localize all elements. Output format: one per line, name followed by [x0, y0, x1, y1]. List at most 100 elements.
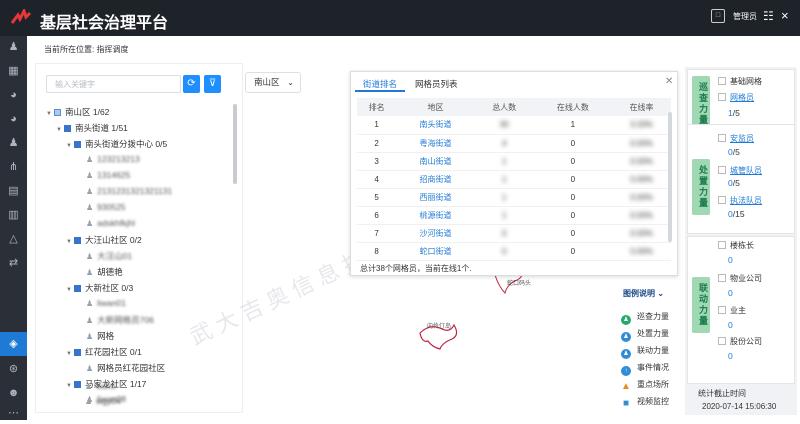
- nav-org-icon[interactable]: ⋔: [0, 156, 27, 178]
- property-company-checkbox[interactable]: 物业公司: [718, 273, 762, 284]
- popup-scrollbar[interactable]: [668, 112, 672, 242]
- right-panel: 巡查力量 基础网格 网格员 1/5 处置力量 安监员 0/5 城管队员 0/5 …: [685, 67, 797, 415]
- owner-count: 0: [728, 320, 733, 330]
- shareholding-company-count: 0: [728, 351, 733, 361]
- safety-inspector-count: 0/5: [728, 147, 740, 157]
- close-icon[interactable]: ×: [781, 8, 789, 23]
- tree-node-member[interactable]: ♟ 大汪山01: [86, 250, 132, 262]
- top-header: 基层社会治理平台 □ 管理员 ☷ ×: [0, 0, 800, 36]
- region-select[interactable]: 南山区 ⌄: [245, 72, 301, 93]
- building-head-count: 0: [728, 255, 733, 265]
- legend-item-video: ■ 视频监控: [622, 397, 669, 409]
- nav-stats-icon[interactable]: ▥: [0, 204, 27, 226]
- person-icon: ♟: [86, 364, 94, 373]
- event-icon: ↑: [621, 366, 631, 376]
- nav-account-icon[interactable]: ☻: [0, 382, 27, 404]
- warning-triangle-icon: ▲: [621, 381, 631, 392]
- checkbox-icon[interactable]: [718, 337, 726, 345]
- org-icon: [74, 349, 81, 356]
- tree-node-member[interactable]: ♟ liwan01: [86, 298, 126, 308]
- building-head-checkbox[interactable]: 楼栋长: [718, 240, 754, 251]
- tree-node-center[interactable]: ▼ 南头街道分拨中心 0/5: [66, 138, 167, 150]
- legend-title[interactable]: 图例说明 ⌄: [623, 288, 664, 299]
- urban-officer-checkbox[interactable]: 城管队员: [718, 165, 762, 176]
- nav-users-icon[interactable]: ◕: [0, 84, 27, 106]
- person-icon: ♟: [86, 332, 94, 341]
- tree-node-community[interactable]: ▼ 红花园社区 0/1: [66, 346, 142, 358]
- checkbox-icon[interactable]: [718, 306, 726, 314]
- close-icon[interactable]: ✕: [665, 76, 673, 87]
- org-icon: [74, 141, 81, 148]
- tree-node-community[interactable]: ▼ 大汪山社区 0/2: [66, 234, 142, 246]
- tree-node-member[interactable]: ♟ 930525: [86, 202, 126, 212]
- tab-gridman-list[interactable]: 网格员列表: [407, 76, 466, 92]
- tree-node-member[interactable]: ♟ wanli: [85, 381, 116, 391]
- tree-node-member[interactable]: ♟ 胡德艳: [86, 266, 123, 278]
- stats-label: 统计截止时间: [698, 389, 746, 398]
- tab-street-ranking[interactable]: 街道排名: [355, 76, 406, 92]
- dispose-icon: ♟: [621, 332, 631, 342]
- tree-node-member[interactable]: ♟ 2131231321321131: [86, 186, 172, 196]
- refresh-button[interactable]: ⟳: [183, 75, 200, 93]
- tree-node-community[interactable]: ▼ 大新社区 0/3: [66, 282, 133, 294]
- filter-button[interactable]: ⊽: [204, 75, 221, 93]
- tree-node-member[interactable]: ♟ 123213213: [86, 154, 140, 164]
- tree-node-member[interactable]: ♟ 大新网格员706: [86, 314, 154, 326]
- safety-inspector-checkbox[interactable]: 安监员: [718, 133, 754, 144]
- tree-node-member[interactable]: ♟ wgy04: [85, 396, 121, 406]
- nav-warning-icon[interactable]: △: [0, 228, 27, 250]
- table-row: 1 南头街道 30 1 3.33%: [357, 116, 671, 135]
- owner-checkbox[interactable]: 业主: [718, 305, 746, 316]
- tree-node-district[interactable]: ▼ 南山区 1/62: [46, 106, 109, 118]
- checkbox-icon[interactable]: [718, 134, 726, 142]
- sidebar: ♟ ▦ ◕ ◕ ♟ ⋔ ▤ ▥ △ ⇄ ◈ ⊛ ☻ ⋯: [0, 36, 27, 420]
- settings-icon[interactable]: ☷: [763, 9, 774, 23]
- nav-user-icon[interactable]: ◕: [0, 108, 27, 130]
- checkbox-icon[interactable]: [718, 93, 726, 101]
- gridman-checkbox[interactable]: 网格员: [718, 92, 754, 103]
- nav-people-icon[interactable]: ♟: [0, 132, 27, 154]
- person-icon: ♟: [85, 397, 93, 406]
- nav-flow-icon[interactable]: ⊛: [0, 358, 27, 380]
- gridman-count: 1/5: [728, 108, 740, 118]
- ranking-popup: 街道排名 网格员列表 ✕ 排名 地区 总人数 在线人数 在线率 1 南头街道 30 1…: [350, 71, 678, 276]
- district-icon: [54, 109, 61, 116]
- table-row: 4 招商街道 1 0 0.00%: [357, 170, 671, 189]
- stats-time: 2020-07-14 15:06:30: [702, 402, 777, 411]
- table-row: 3 南山街道 1 0 0.00%: [357, 152, 671, 171]
- tree-node-member[interactable]: ♟ 1314625: [86, 170, 130, 180]
- checkbox-icon[interactable]: [718, 196, 726, 204]
- window-toggle-icon[interactable]: □: [711, 9, 725, 23]
- legend-item-linkage: ♟ 联动力量: [621, 345, 669, 359]
- ranking-table: 排名 地区 总人数 在线人数 在线率 1 南头街道 30 1 3.33% 2 粤海街道 4 0…: [357, 98, 671, 261]
- nav-grid-icon[interactable]: ▤: [0, 180, 27, 202]
- user-name[interactable]: 管理员: [733, 11, 757, 22]
- law-officer-checkbox[interactable]: 执法队员: [718, 195, 762, 206]
- legend-item-event: ↑ 事件情况: [621, 362, 669, 376]
- property-company-count: 0: [728, 288, 733, 298]
- shareholding-company-checkbox[interactable]: 股份公司: [718, 336, 762, 347]
- nav-more-icon[interactable]: ⋯: [0, 402, 27, 424]
- patrol-icon: ♟: [621, 315, 631, 325]
- basic-grid-checkbox[interactable]: 基础网格: [718, 76, 762, 87]
- tree-scrollbar[interactable]: [233, 104, 237, 184]
- person-icon: ♟: [86, 268, 94, 277]
- checkbox-icon[interactable]: [718, 274, 726, 282]
- tree-node-member[interactable]: ♟ 网格: [86, 330, 114, 342]
- map-label: 蛇口码头: [507, 281, 532, 287]
- checkbox-icon[interactable]: [718, 166, 726, 174]
- tree-node-street[interactable]: ▼ 南头街道 1/51: [56, 122, 128, 134]
- org-icon: [74, 381, 81, 388]
- nav-chart-icon[interactable]: ▦: [0, 60, 27, 82]
- nav-person-icon[interactable]: ♟: [0, 36, 27, 58]
- org-icon: [74, 285, 81, 292]
- search-input[interactable]: [46, 75, 181, 93]
- person-icon: ♟: [86, 171, 94, 180]
- tree-node-member[interactable]: ♟ adskhfkjhl: [86, 218, 135, 228]
- checkbox-icon[interactable]: [718, 77, 726, 85]
- checkbox-icon[interactable]: [718, 241, 726, 249]
- tree-node-member[interactable]: ♟ 网格员红花园社区: [86, 362, 165, 374]
- popup-summary: 总计38个网格员，当前在线1个.: [360, 264, 472, 273]
- nav-share-icon[interactable]: ⇄: [0, 252, 27, 274]
- nav-dispatch-icon[interactable]: ◈: [0, 332, 27, 356]
